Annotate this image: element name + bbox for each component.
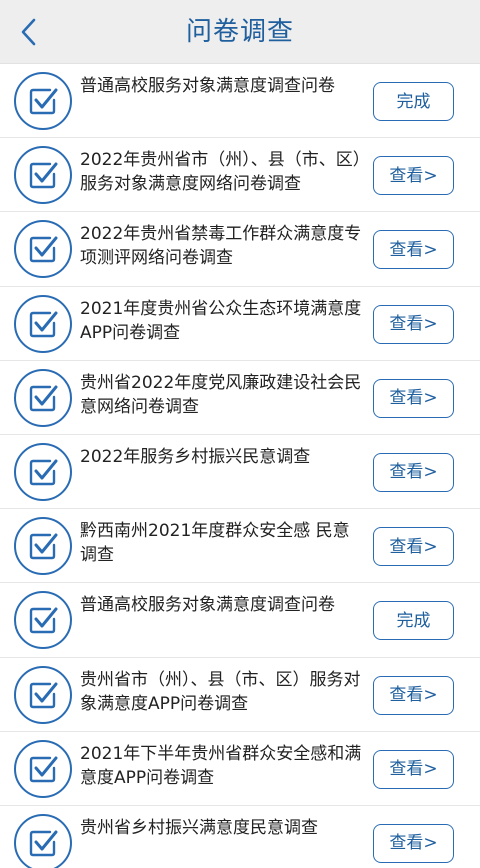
- list-item[interactable]: 普通高校服务对象满意度调查问卷 完成: [0, 583, 480, 658]
- done-button[interactable]: 完成: [373, 601, 454, 641]
- survey-title: 2021年下半年贵州省群众安全感和满意度APP问卷调查: [80, 743, 362, 788]
- view-button[interactable]: 查看>: [373, 675, 454, 715]
- list-item[interactable]: 2022年贵州省禁毒工作群众满意度专项测评网络问卷调查 查看>: [0, 212, 480, 287]
- check-box-icon: [14, 813, 72, 868]
- check-box-icon: [14, 146, 72, 205]
- list-item[interactable]: 2021年下半年贵州省群众安全感和满意度APP问卷调查 查看>: [0, 732, 480, 806]
- header-bar: 问卷调查: [0, 0, 480, 64]
- view-button[interactable]: 查看>: [373, 230, 454, 270]
- done-button[interactable]: 完成: [373, 82, 454, 121]
- survey-title: 普通高校服务对象满意度调查问卷: [80, 595, 335, 616]
- list-item[interactable]: 2022年服务乡村振兴民意调查 查看>: [0, 435, 480, 510]
- check-box-icon: [14, 220, 72, 279]
- view-button[interactable]: 查看>: [373, 378, 454, 418]
- check-box-icon: [14, 442, 72, 501]
- check-box-icon: [14, 72, 72, 130]
- view-button[interactable]: 查看>: [373, 749, 454, 789]
- survey-title: 贵州省乡村振兴满意度民意调查: [80, 817, 318, 838]
- check-box-icon: [14, 368, 72, 427]
- survey-title: 贵州省2022年度党风廉政建设社会民意网络问卷调查: [80, 372, 362, 417]
- list-item[interactable]: 黔西南州2021年度群众安全感 民意调查 查看>: [0, 509, 480, 584]
- list-item[interactable]: 2022年贵州省市（州）、县（市、区）服务对象满意度网络问卷调查 查看>: [0, 138, 480, 213]
- view-button[interactable]: 查看>: [373, 304, 454, 344]
- view-button[interactable]: 查看>: [373, 527, 454, 567]
- survey-title: 2022年服务乡村振兴民意调查: [80, 446, 311, 467]
- list-item[interactable]: 2021年度贵州省公众生态环境满意度APP问卷调查 查看>: [0, 287, 480, 361]
- survey-list: 普通高校服务对象满意度调查问卷 完成 2022年贵州省市（州）、县（市、区）服务对象…: [0, 64, 480, 868]
- view-button[interactable]: 查看>: [373, 823, 454, 863]
- survey-title: 2022年贵州省市（州）、县（市、区）服务对象满意度网络问卷调查: [80, 150, 362, 195]
- check-box-icon: [14, 739, 72, 798]
- survey-title: 黔西南州2021年度群众安全感 民意调查: [80, 521, 350, 566]
- page-title: 问卷调查: [185, 17, 294, 47]
- view-button[interactable]: 查看>: [373, 452, 454, 492]
- check-box-icon: [14, 517, 72, 576]
- view-button[interactable]: 查看>: [373, 156, 454, 196]
- check-box-icon: [14, 294, 72, 353]
- survey-screen: 问卷调查 普通高校服务对象满意度调查问卷 完成 2022年贵州省市（州）、县（市、区…: [0, 0, 480, 868]
- check-box-icon: [14, 665, 72, 724]
- check-box-icon: [14, 591, 72, 650]
- list-item[interactable]: 贵州省2022年度党风廉政建设社会民意网络问卷调查 查看>: [0, 361, 480, 435]
- survey-title: 贵州省市（州）、县（市、区）服务对象满意度APP问卷调查: [80, 669, 361, 714]
- survey-title: 2022年贵州省禁毒工作群众满意度专项测评网络问卷调查: [80, 224, 362, 269]
- survey-title: 2021年度贵州省公众生态环境满意度APP问卷调查: [80, 298, 362, 343]
- list-item[interactable]: 贵州省乡村振兴满意度民意调查 查看>: [0, 806, 480, 868]
- survey-title: 普通高校服务对象满意度调查问卷: [80, 76, 335, 96]
- list-item[interactable]: 贵州省市（州）、县（市、区）服务对象满意度APP问卷调查 查看>: [0, 658, 480, 732]
- list-item[interactable]: 普通高校服务对象满意度调查问卷 完成: [0, 64, 480, 139]
